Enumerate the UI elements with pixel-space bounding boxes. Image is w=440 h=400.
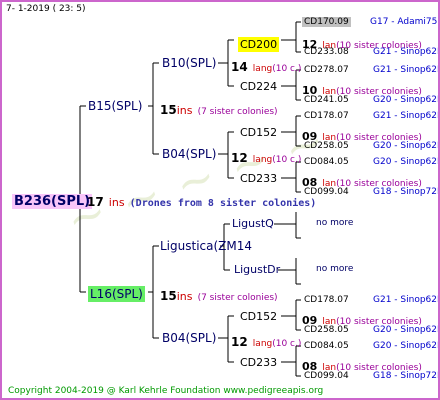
cd224-name: CD224 [240, 80, 278, 93]
b15-note: (7 sister colonies) [197, 107, 278, 117]
ref-cd178a-gen: G21 - Sinop62R [373, 111, 440, 121]
cd200-name: CD200 [238, 35, 280, 52]
cd152a-name: CD152 [240, 126, 278, 139]
b15-drone-count: 15 [160, 103, 177, 117]
ref-cd099a-gen: G18 - Sinop72R [373, 187, 440, 197]
ref-cd178a-name: CD178.07 [304, 111, 349, 121]
ligustica-name: Ligustica(ZM14 [160, 239, 253, 253]
ref-cd170-name: CD170.09 [302, 17, 351, 27]
root-ins-label: ins [108, 196, 125, 209]
generated-date: 7- 1-2019 ( 23: 5) [6, 4, 86, 14]
gen1-sire-name: L16(SPL) [88, 285, 145, 302]
ref-cd258a-gen: G20 - Sinop62R [373, 141, 440, 151]
b04b-drone-count: 12 [231, 335, 248, 349]
ref-cd178b-gen: G21 - Sinop62R [373, 295, 440, 305]
ref-cd258b-name: CD258.05 [304, 325, 349, 335]
copyright-footer: Copyright 2004-2019 @ Karl Kehrle Founda… [8, 386, 324, 396]
ref-cd170-label: CD170.09 [302, 17, 351, 27]
l16-drone-count: 15 [160, 289, 177, 303]
ref-cd233-08a-gen: G21 - Sinop62R [373, 47, 440, 57]
ref-cd084b-name: CD084.05 [304, 341, 349, 351]
ref-cd178b-name: CD178.07 [304, 295, 349, 305]
b10-lang-label: lang [252, 64, 273, 74]
cd152b-name: CD152 [240, 310, 278, 323]
ref-cd099b-gen: G18 - Sinop72R [373, 371, 440, 381]
ref-cd258b-gen: G20 - Sinop62R [373, 325, 440, 335]
root-drone-count: 17 [87, 195, 104, 209]
ref-cd084a-name: CD084.05 [304, 157, 349, 167]
ref-cd278-gen: G21 - Sinop62R [373, 65, 440, 75]
l16-ins-label: ins [176, 290, 193, 303]
cd233b-name: CD233 [240, 356, 278, 369]
cd200-label: CD200 [238, 37, 280, 52]
b04b-lang-label: lang [252, 339, 273, 349]
cd233a-name: CD233 [240, 172, 278, 185]
ref-cd241-name: CD241.05 [304, 95, 349, 105]
root-drone-info: 17 ins (Drones from 8 sister colonies) [87, 193, 316, 209]
ligustdr-no-more: no more [316, 264, 354, 274]
ref-cd084a-gen: G20 - Sinop62R [373, 157, 440, 167]
b04a-note: (10 c.) [272, 155, 302, 165]
ref-cd084b-gen: G20 - Sinop62R [373, 341, 440, 351]
root-queen-name: B236(SPL) [12, 194, 93, 209]
ref-cd278-name: CD278.07 [304, 65, 349, 75]
b04b-drone-info: 12 lang(10 c.) [231, 333, 301, 349]
b10-name: B10(SPL) [162, 56, 217, 70]
ref-cd233-08a-name: CD233.08 [304, 47, 349, 57]
gen1-dam-name: B15(SPL) [88, 99, 143, 113]
b04b-name: B04(SPL) [162, 331, 217, 345]
ref-cd258a-name: CD258.05 [304, 141, 349, 151]
l16-label: L16(SPL) [88, 286, 145, 302]
b04a-drone-info: 12 lang(10 c.) [231, 149, 301, 165]
b10-drone-count: 14 [231, 60, 248, 74]
ligustq-name: LigustQ [232, 217, 274, 230]
b04a-name: B04(SPL) [162, 147, 217, 161]
pedigree-frame: ~ ~ ~ ~ ~ 7- 1-2019 (23: 5) B236(SPL) 1… [0, 0, 440, 400]
ligustdr-name: LigustDr [234, 263, 281, 276]
l16-drone-info: 15ins (7 sister colonies) [160, 287, 278, 303]
ref-cd241-gen: G20 - Sinop62R [373, 95, 440, 105]
ligustq-no-more: no more [316, 218, 354, 228]
ref-cd170-gen: G17 - Adami75R [370, 17, 440, 27]
root-queen: B236(SPL) [12, 192, 93, 209]
ref-cd099a-name: CD099.04 [304, 187, 349, 197]
root-drone-note: (Drones from 8 sister colonies) [129, 198, 317, 209]
b04a-lang-label: lang [252, 155, 273, 165]
b04a-drone-count: 12 [231, 151, 248, 165]
b15-drone-info: 15ins (7 sister colonies) [160, 101, 278, 117]
l16-note: (7 sister colonies) [197, 293, 278, 303]
b10-drone-info: 14 lang(10 c.) [231, 58, 301, 74]
b15-ins-label: ins [176, 104, 193, 117]
b10-note: (10 c.) [272, 64, 302, 74]
b04b-note: (10 c.) [272, 339, 302, 349]
ref-cd099b-name: CD099.04 [304, 371, 349, 381]
